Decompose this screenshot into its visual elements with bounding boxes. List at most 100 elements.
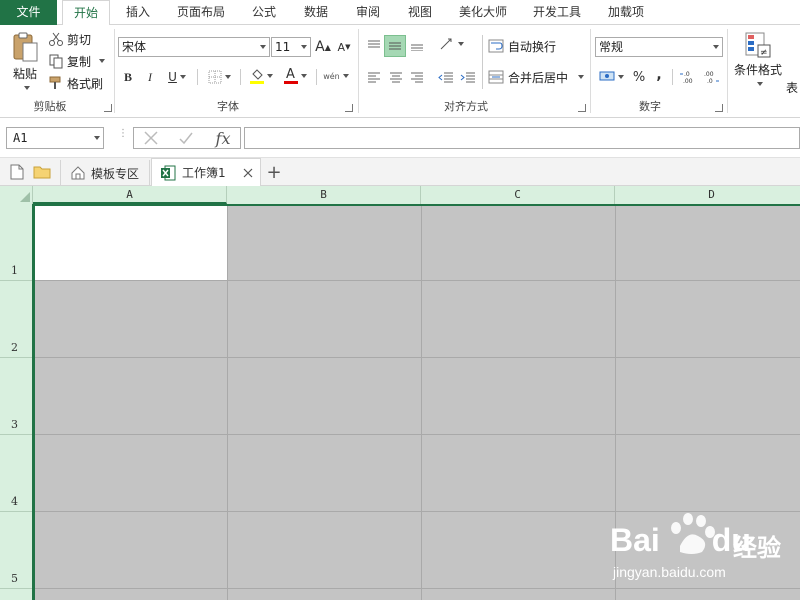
- divider: [316, 69, 317, 85]
- wrap-text-icon: [488, 39, 504, 53]
- chevron-down-icon: [23, 86, 30, 90]
- tab-view[interactable]: 视图: [400, 0, 440, 25]
- increase-decimal-button[interactable]: .0.00: [678, 67, 698, 87]
- close-icon[interactable]: [242, 167, 254, 179]
- percent-button[interactable]: %: [630, 67, 648, 87]
- tab-data[interactable]: 数据: [296, 0, 336, 25]
- insert-function-button[interactable]: fx: [210, 127, 236, 149]
- row-header-bar: 1 2 3 4 5: [0, 204, 33, 600]
- cancel-button[interactable]: [140, 129, 162, 147]
- clipboard-launcher-icon[interactable]: [104, 104, 112, 112]
- phonetic-button[interactable]: wén: [321, 65, 351, 87]
- alignment-launcher-icon[interactable]: [578, 104, 586, 112]
- formula-input[interactable]: [244, 127, 800, 149]
- formula-bar: A1 ⋮ fx: [0, 118, 800, 158]
- align-center-button[interactable]: [386, 67, 406, 87]
- splitter-handle[interactable]: ⋮: [118, 129, 128, 144]
- check-icon: [179, 132, 193, 145]
- paste-button[interactable]: 粘贴: [8, 31, 42, 91]
- watermark-product: 经验: [733, 535, 781, 562]
- underline-icon: U: [168, 70, 177, 84]
- orientation-button[interactable]: [436, 33, 466, 55]
- currency-button[interactable]: [596, 67, 626, 87]
- tab-addins[interactable]: 加载项: [600, 0, 652, 25]
- font-launcher-icon[interactable]: [345, 104, 353, 112]
- number-launcher-icon[interactable]: [715, 104, 723, 112]
- clipboard-group-label: 剪贴板: [33, 100, 67, 113]
- tab-formulas[interactable]: 公式: [244, 0, 284, 25]
- new-document-button[interactable]: [8, 163, 26, 181]
- italic-button[interactable]: I: [142, 67, 158, 87]
- conditional-formatting-icon: ≠: [745, 32, 771, 58]
- shrink-font-button[interactable]: A ▼: [335, 37, 353, 57]
- column-header-b[interactable]: B: [227, 186, 421, 204]
- cell-grid[interactable]: Bai du 经验 jingyan.baidu.com: [33, 204, 800, 600]
- comma-style-button[interactable]: ,: [652, 65, 666, 85]
- group-divider: [358, 29, 359, 113]
- row-header-2[interactable]: 2: [0, 281, 32, 358]
- fill-color-button[interactable]: [246, 65, 276, 87]
- grid-line: [227, 204, 228, 600]
- cut-button[interactable]: 剪切: [48, 30, 91, 48]
- home-icon: [71, 166, 85, 180]
- merge-center-button[interactable]: 合并后居中: [488, 67, 585, 87]
- grow-font-button[interactable]: A ▲: [314, 37, 332, 57]
- conditional-formatting-button[interactable]: ≠ 条件格式: [732, 31, 784, 93]
- borders-button[interactable]: [204, 67, 234, 87]
- font-family-select[interactable]: 宋体: [118, 37, 270, 57]
- wrap-text-button[interactable]: 自动换行: [488, 36, 556, 56]
- new-file-icon: [10, 164, 24, 180]
- tab-developer[interactable]: 开发工具: [526, 0, 588, 25]
- increase-indent-button[interactable]: [458, 67, 478, 87]
- copy-button[interactable]: 复制: [48, 52, 106, 70]
- shrink-font-icon: A: [337, 40, 346, 54]
- align-top-button[interactable]: [364, 35, 384, 55]
- column-header-a[interactable]: A: [33, 186, 227, 204]
- chevron-down-icon: [578, 75, 585, 79]
- column-header-c[interactable]: C: [421, 186, 615, 204]
- chevron-down-icon: [266, 74, 273, 78]
- column-header-d[interactable]: D: [615, 186, 800, 204]
- scissors-icon: [49, 32, 63, 46]
- tab-workbook-label: 工作簿1: [182, 166, 226, 180]
- tab-home[interactable]: 开始: [62, 0, 110, 26]
- decrease-decimal-icon-button[interactable]: .00.0: [701, 67, 721, 87]
- row-header-1[interactable]: 1: [0, 204, 32, 281]
- format-as-table-label[interactable]: 表: [786, 79, 798, 96]
- add-tab-button[interactable]: +: [264, 162, 284, 183]
- tab-file[interactable]: 文件: [0, 0, 57, 25]
- format-painter-button[interactable]: 格式刷: [48, 74, 103, 92]
- svg-text:.0: .0: [707, 78, 713, 84]
- font-size-value: 11: [275, 40, 291, 54]
- decrease-indent-button[interactable]: [436, 67, 456, 87]
- row-header-3[interactable]: 3: [0, 358, 32, 435]
- active-cell-a1[interactable]: [33, 204, 227, 280]
- chevron-down-icon: [301, 45, 307, 49]
- align-left-button[interactable]: [364, 67, 384, 87]
- name-box[interactable]: A1: [6, 127, 104, 149]
- underline-button[interactable]: U: [164, 67, 190, 87]
- bold-button[interactable]: B: [120, 67, 136, 87]
- open-folder-button[interactable]: [32, 163, 52, 181]
- divider: [197, 69, 198, 85]
- select-all-corner[interactable]: [0, 186, 33, 204]
- tab-review[interactable]: 审阅: [348, 0, 388, 25]
- tab-insert[interactable]: 插入: [116, 0, 160, 25]
- align-middle-button[interactable]: [384, 35, 406, 57]
- tab-templates[interactable]: 模板专区: [60, 160, 150, 186]
- row-header-4[interactable]: 4: [0, 435, 32, 512]
- enter-button[interactable]: [175, 129, 197, 147]
- number-format-select[interactable]: 常规: [595, 37, 723, 57]
- tab-page-layout[interactable]: 页面布局: [170, 0, 232, 25]
- selection-border: [33, 204, 35, 600]
- chevron-down-icon: [617, 75, 624, 79]
- document-tab-bar: 模板专区 工作簿1 +: [0, 158, 800, 186]
- row-header-5[interactable]: 5: [0, 512, 32, 589]
- align-bottom-button[interactable]: [407, 35, 427, 55]
- tab-workbook[interactable]: 工作簿1: [151, 158, 261, 186]
- font-size-select[interactable]: 11: [271, 37, 311, 57]
- tab-beautify-master[interactable]: 美化大师: [452, 0, 514, 25]
- ribbon: 粘贴 剪切 复制 格式刷 剪贴板 宋体 11 A ▲ A ▼ B I U A w…: [0, 25, 800, 118]
- align-right-button[interactable]: [407, 67, 427, 87]
- font-color-button[interactable]: A: [280, 65, 310, 87]
